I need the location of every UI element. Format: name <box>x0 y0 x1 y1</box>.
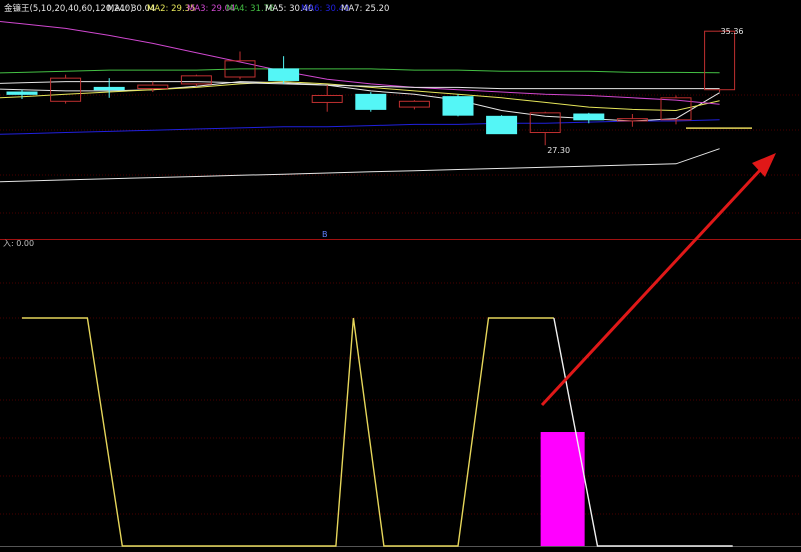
candle-body <box>180 75 212 85</box>
chart-stage: 金镰王(5,10,20,40,60,120,240) MA1: 30.04 MA2… <box>0 0 801 552</box>
candle-body <box>486 115 518 135</box>
indicator-label: 入: 0.00 <box>3 239 34 248</box>
candle-body <box>355 93 387 110</box>
candle <box>224 51 256 80</box>
candle <box>442 94 474 117</box>
candle-body <box>573 113 605 121</box>
candle-body <box>616 118 648 122</box>
highlight-bar <box>540 432 585 546</box>
candle <box>311 85 343 112</box>
ma-legend: MA1: 30.04MA2: 29.35MA3: 29.04MA4: 31.76… <box>107 4 389 14</box>
ma-label-ma7: MA7: 25.20 <box>341 4 389 14</box>
signal-marker-label: B <box>322 230 328 239</box>
candle <box>704 30 736 93</box>
candle <box>50 74 82 104</box>
indicator-panel <box>22 317 733 547</box>
candle-body <box>268 68 300 81</box>
candle-body <box>311 95 343 103</box>
candle <box>268 56 300 84</box>
candle <box>180 74 212 87</box>
arrow-shaft <box>540 166 764 407</box>
high-price-label: 35.36 <box>721 27 744 36</box>
candle-body <box>704 30 736 91</box>
candle <box>355 92 387 112</box>
candle-body <box>398 100 430 108</box>
candle-body <box>442 96 474 116</box>
ma-line-ma4 <box>0 68 720 74</box>
candle <box>398 100 430 110</box>
low-price-label: 27.30 <box>547 146 570 155</box>
ma-line-ma7 <box>0 148 720 183</box>
candle-body <box>137 84 169 90</box>
candle-body <box>6 91 38 95</box>
red-arrow <box>540 153 776 407</box>
ma-line-ma6 <box>0 119 720 135</box>
grid-lines <box>0 94 801 547</box>
candle-body <box>93 86 125 91</box>
candle <box>486 115 518 135</box>
stock-chart: 金镰王(5,10,20,40,60,120,240) MA1: 30.04MA2… <box>0 3 801 547</box>
signal-line-0 <box>22 317 554 547</box>
